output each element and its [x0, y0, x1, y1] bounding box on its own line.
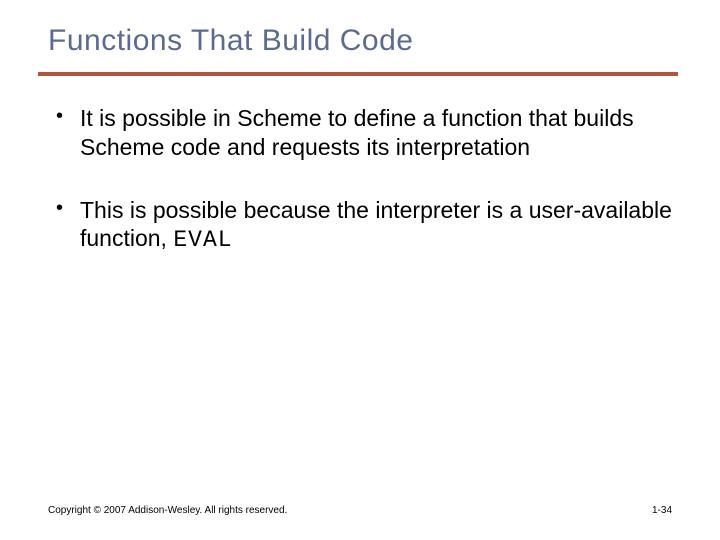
bullet-item: It is possible in Scheme to define a fun… [52, 104, 672, 162]
bullet-item: This is possible because the interpreter… [52, 196, 672, 256]
copyright-text: Copyright © 2007 Addison-Wesley. All rig… [48, 505, 287, 516]
slide-title: Functions That Build Code [48, 24, 672, 58]
bullet-list: It is possible in Scheme to define a fun… [48, 104, 672, 255]
title-divider [38, 72, 678, 76]
bullet-text: It is possible in Scheme to define a fun… [80, 105, 634, 160]
slide: Functions That Build Code It is possible… [0, 0, 720, 540]
slide-footer: Copyright © 2007 Addison-Wesley. All rig… [48, 505, 672, 516]
inline-code: EVAL [173, 227, 232, 253]
page-number: 1-34 [652, 505, 672, 516]
bullet-text: This is possible because the interpreter… [80, 197, 672, 252]
